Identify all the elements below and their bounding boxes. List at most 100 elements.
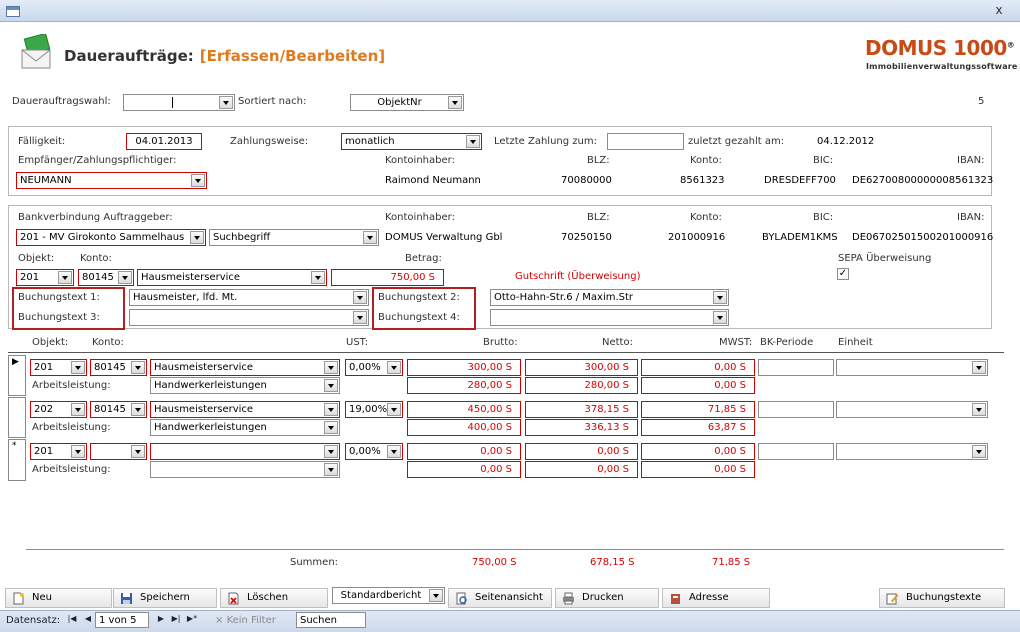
chevron-down-icon[interactable] bbox=[131, 445, 145, 458]
chevron-down-icon[interactable] bbox=[190, 231, 204, 244]
bericht-select[interactable]: Standardbericht bbox=[332, 587, 445, 604]
betrag-field[interactable]: 750,00 S bbox=[331, 269, 444, 286]
sort-select[interactable]: ObjektNr bbox=[350, 94, 464, 111]
chevron-down-icon[interactable] bbox=[713, 311, 727, 324]
seitenansicht-button[interactable]: Seitenansicht bbox=[448, 588, 552, 608]
row-art-select[interactable]: Handwerkerleistungen bbox=[150, 377, 340, 394]
drucken-button[interactable]: Drucken bbox=[555, 588, 659, 608]
chevron-down-icon[interactable] bbox=[972, 361, 986, 374]
row-selector[interactable] bbox=[8, 397, 26, 438]
row-a-mwst-field[interactable]: 0,00 S bbox=[641, 461, 755, 478]
close-icon[interactable]: x bbox=[992, 3, 1006, 17]
chevron-down-icon[interactable] bbox=[363, 231, 377, 244]
konto-name-select[interactable]: Hausmeisterservice bbox=[137, 269, 327, 286]
row-a-brutto-field[interactable]: 0,00 S bbox=[407, 461, 521, 478]
zahlungsweise-select[interactable]: monatlich bbox=[341, 133, 482, 150]
suchbegriff-select[interactable]: Suchbegriff bbox=[209, 229, 379, 246]
row-a-netto-field[interactable]: 280,00 S bbox=[525, 377, 638, 394]
row-brutto-field[interactable]: 300,00 S bbox=[407, 359, 521, 376]
row-a-brutto-field[interactable]: 280,00 S bbox=[407, 377, 521, 394]
row-mwst-field[interactable]: 0,00 S bbox=[641, 359, 755, 376]
chevron-down-icon[interactable] bbox=[58, 271, 72, 284]
row-a-netto-field[interactable]: 0,00 S bbox=[525, 461, 638, 478]
letzte-zahlung-field[interactable] bbox=[607, 133, 684, 150]
search-input[interactable]: Suchen bbox=[296, 612, 366, 628]
row-einheit-select[interactable] bbox=[836, 443, 988, 460]
row-netto-field[interactable]: 0,00 S bbox=[525, 443, 638, 460]
row-objekt-select[interactable]: 201 bbox=[30, 359, 87, 376]
first-record-icon[interactable]: |◀ bbox=[66, 614, 78, 626]
row-ust-select[interactable]: 19,00% bbox=[345, 401, 403, 418]
bt3-select[interactable] bbox=[129, 309, 369, 326]
chevron-down-icon[interactable] bbox=[71, 445, 85, 458]
chevron-down-icon[interactable] bbox=[191, 174, 205, 187]
row-a-mwst-field[interactable]: 63,87 S bbox=[641, 419, 755, 436]
row-konto-select[interactable]: 80145 bbox=[90, 401, 147, 418]
chevron-down-icon[interactable] bbox=[387, 361, 401, 374]
chevron-down-icon[interactable] bbox=[972, 403, 986, 416]
last-record-icon[interactable]: ▶| bbox=[170, 614, 182, 626]
filter-status[interactable]: ⨯ Kein Filter bbox=[215, 615, 276, 626]
chevron-down-icon[interactable] bbox=[324, 379, 338, 392]
chevron-down-icon[interactable] bbox=[131, 403, 145, 416]
neu-button[interactable]: Neu bbox=[5, 588, 112, 608]
row-a-netto-field[interactable]: 336,13 S bbox=[525, 419, 638, 436]
row-netto-field[interactable]: 300,00 S bbox=[525, 359, 638, 376]
row-art-select[interactable]: Handwerkerleistungen bbox=[150, 419, 340, 436]
form-icon[interactable] bbox=[6, 6, 20, 17]
chevron-down-icon[interactable] bbox=[466, 135, 480, 148]
prev-record-icon[interactable]: ◀ bbox=[82, 614, 94, 626]
row-netto-field[interactable]: 378,15 S bbox=[525, 401, 638, 418]
chevron-down-icon[interactable] bbox=[324, 463, 338, 476]
row-name-select[interactable] bbox=[150, 443, 340, 460]
row-objekt-select[interactable]: 202 bbox=[30, 401, 87, 418]
bt2-select[interactable]: Otto-Hahn-Str.6 / Maxim.Str bbox=[490, 289, 729, 306]
empfaenger-select[interactable]: NEUMANN bbox=[16, 172, 207, 189]
chevron-down-icon[interactable] bbox=[387, 403, 401, 416]
next-record-icon[interactable]: ▶ bbox=[155, 614, 167, 626]
row-name-select[interactable]: Hausmeisterservice bbox=[150, 401, 340, 418]
row-ust-select[interactable]: 0,00% bbox=[345, 359, 403, 376]
chevron-down-icon[interactable] bbox=[324, 403, 338, 416]
row-konto-select[interactable] bbox=[90, 443, 147, 460]
record-position-field[interactable]: 1 von 5 bbox=[95, 612, 149, 628]
chevron-down-icon[interactable] bbox=[324, 445, 338, 458]
chevron-down-icon[interactable] bbox=[71, 403, 85, 416]
chevron-down-icon[interactable] bbox=[429, 589, 443, 602]
row-konto-select[interactable]: 80145 bbox=[90, 359, 147, 376]
chevron-down-icon[interactable] bbox=[219, 96, 233, 109]
konto-select[interactable]: 80145 bbox=[78, 269, 134, 286]
row-a-brutto-field[interactable]: 400,00 S bbox=[407, 419, 521, 436]
speichern-button[interactable]: Speichern bbox=[113, 588, 217, 608]
chevron-down-icon[interactable] bbox=[324, 361, 338, 374]
chevron-down-icon[interactable] bbox=[972, 445, 986, 458]
row-selector[interactable]: * bbox=[8, 439, 26, 481]
sepa-checkbox[interactable]: ✓ bbox=[837, 268, 849, 280]
chevron-down-icon[interactable] bbox=[353, 311, 367, 324]
faelligkeit-field[interactable]: 04.01.2013 bbox=[126, 133, 202, 150]
row-mwst-field[interactable]: 0,00 S bbox=[641, 443, 755, 460]
loeschen-button[interactable]: Löschen bbox=[220, 588, 328, 608]
row-a-mwst-field[interactable]: 0,00 S bbox=[641, 377, 755, 394]
row-einheit-select[interactable] bbox=[836, 401, 988, 418]
row-art-select[interactable] bbox=[150, 461, 340, 478]
objekt-select[interactable]: 201 bbox=[16, 269, 74, 286]
row-mwst-field[interactable]: 71,85 S bbox=[641, 401, 755, 418]
bt4-select[interactable] bbox=[490, 309, 729, 326]
row-ust-select[interactable]: 0,00% bbox=[345, 443, 403, 460]
chevron-down-icon[interactable] bbox=[448, 96, 462, 109]
row-name-select[interactable]: Hausmeisterservice bbox=[150, 359, 340, 376]
chevron-down-icon[interactable] bbox=[131, 361, 145, 374]
row-bk-field[interactable] bbox=[758, 443, 834, 460]
bank-select[interactable]: 201 - MV Girokonto Sammelhaus bbox=[16, 229, 206, 246]
row-objekt-select[interactable]: 201 bbox=[30, 443, 87, 460]
bt1-select[interactable]: Hausmeister, lfd. Mt. bbox=[129, 289, 369, 306]
new-record-icon[interactable]: ▶* bbox=[186, 614, 198, 626]
row-brutto-field[interactable]: 0,00 S bbox=[407, 443, 521, 460]
chevron-down-icon[interactable] bbox=[71, 361, 85, 374]
chevron-down-icon[interactable] bbox=[118, 271, 132, 284]
row-brutto-field[interactable]: 450,00 S bbox=[407, 401, 521, 418]
chevron-down-icon[interactable] bbox=[713, 291, 727, 304]
adresse-button[interactable]: Adresse bbox=[662, 588, 770, 608]
buchungstexte-button[interactable]: Buchungstexte bbox=[879, 588, 1005, 608]
